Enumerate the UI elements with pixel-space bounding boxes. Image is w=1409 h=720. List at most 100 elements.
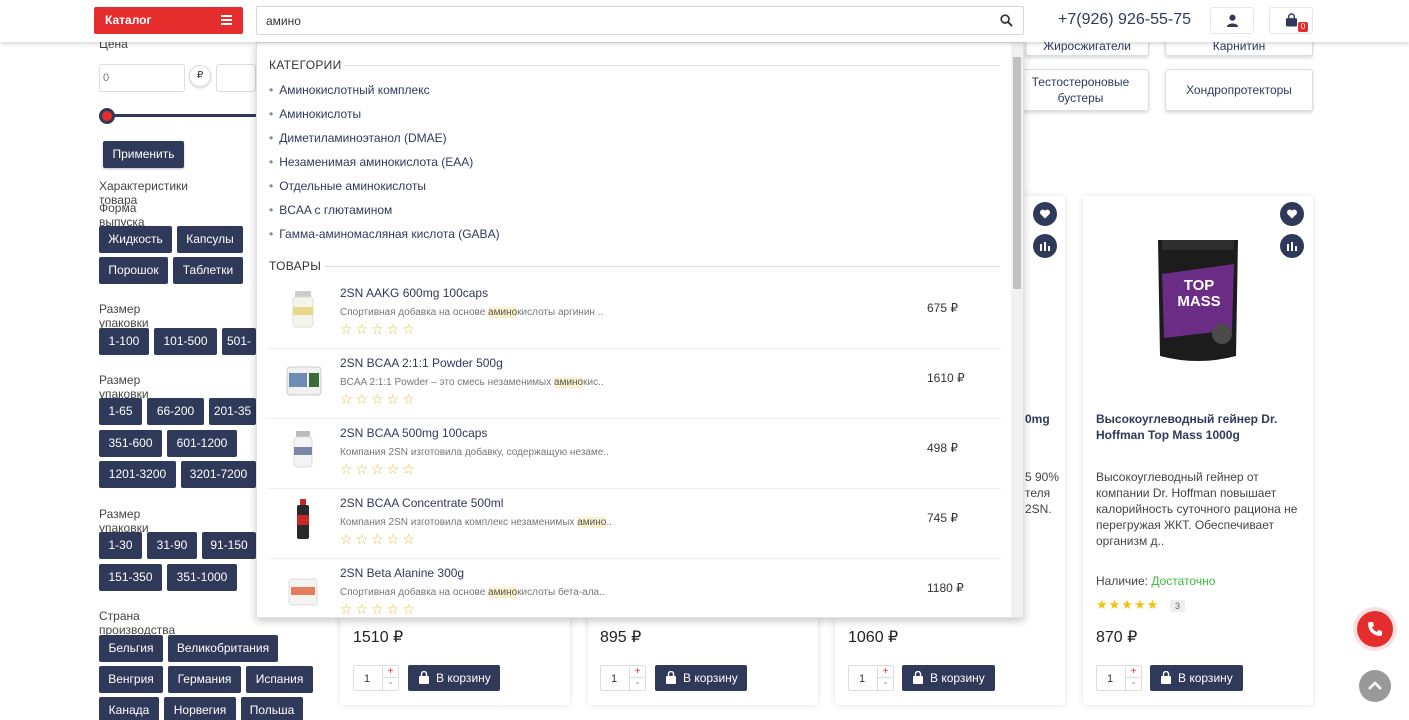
card3-add-to-cart-button[interactable]: В корзину [902, 665, 995, 691]
category-tile-label: Хондропротекторы [1186, 83, 1292, 97]
phone-number[interactable]: +7(926) 926-55-75 [1058, 11, 1191, 29]
filter-chip-g-1201-3200[interactable]: 1201-3200 [99, 461, 176, 488]
filter-chip-g-601-1200[interactable]: 601-1200 [167, 430, 237, 457]
qty-minus-button[interactable]: - [877, 678, 893, 690]
product-price: 675 ₽ [927, 301, 958, 315]
suggestion-category-item[interactable]: • Незаменимая аминокислота (EAA) [269, 155, 473, 169]
categories-section-title: КАТЕГОРИИ [269, 58, 342, 72]
filter-chip-g-66-200[interactable]: 66-200 [147, 398, 204, 425]
shopping-bag-icon [913, 671, 923, 684]
category-tile-testosterone[interactable]: Тестостероновые бустеры [1012, 69, 1149, 111]
suggestion-product-row[interactable]: 2SN Beta Alanine 300g Спортивная добавка… [267, 559, 1001, 617]
catalog-button[interactable]: Каталог [94, 7, 243, 34]
product-rating-stars: ☆☆☆☆☆ [340, 321, 418, 337]
qty-plus-button[interactable]: + [629, 666, 645, 678]
filter-chip-spain[interactable]: Испания [246, 666, 313, 693]
account-button[interactable] [1210, 7, 1254, 34]
price-to-input[interactable] [216, 64, 256, 92]
card3-title-fragment[interactable]: 0mg [1025, 411, 1050, 427]
filter-chip-powder[interactable]: Порошок [99, 257, 168, 284]
card2-add-to-cart-button[interactable]: В корзину [655, 665, 747, 691]
filter-chip-pcs-31-90[interactable]: 31-90 [147, 532, 197, 559]
suggestion-category-item[interactable]: • Гамма-аминомасляная кислота (GABA) [269, 227, 500, 241]
search-input[interactable] [257, 7, 977, 34]
qty-value[interactable]: 1 [1107, 673, 1113, 685]
apply-filter-button[interactable]: Применить [103, 141, 184, 168]
qty-minus-button[interactable]: - [382, 678, 398, 690]
card4-add-to-cart-button[interactable]: В корзину [1150, 665, 1243, 691]
card3-qty-stepper[interactable]: 1 + - [848, 665, 894, 691]
qty-plus-button[interactable]: + [382, 666, 398, 678]
filter-chip-capsules[interactable]: Капсулы [177, 226, 243, 253]
scroll-to-top-button[interactable] [1359, 670, 1391, 702]
filter-chip-hungary[interactable]: Венгрия [99, 666, 163, 693]
filter-chip-g-1-65[interactable]: 1-65 [99, 398, 142, 425]
bar-chart-icon [1287, 242, 1297, 251]
card3-desc-fragment-2: теля [1025, 486, 1051, 500]
product-description: Компания 2SN изготовила комплекс незамен… [340, 517, 612, 528]
filter-chip-g-351-600[interactable]: 351-600 [99, 430, 162, 457]
card4-title[interactable]: Высокоуглеводный гейнер Dr. Hoffman Top … [1096, 411, 1296, 443]
dropdown-scrollbar[interactable] [1011, 43, 1023, 617]
top-mass-product-image[interactable]: TOP MASS [1152, 234, 1244, 366]
menu-icon [221, 15, 232, 25]
qty-plus-button[interactable]: + [877, 666, 893, 678]
product-description: Компания 2SN изготовила добавку, содержа… [340, 447, 609, 458]
category-tile-chondroprotectors[interactable]: Хондропротекторы [1165, 69, 1313, 111]
filter-chip-canada[interactable]: Канада [99, 697, 159, 720]
price-slider-track[interactable] [107, 114, 257, 117]
card3-compare-button[interactable] [1033, 234, 1057, 258]
filter-chip-tablets[interactable]: Таблетки [173, 257, 243, 284]
card4-compare-button[interactable] [1280, 234, 1304, 258]
filter-chip-g-3201-7200[interactable]: 3201-7200 [181, 461, 256, 488]
price-from-input[interactable]: 0 [99, 64, 185, 92]
suggestion-category-item[interactable]: • Диметиламиноэтанол (DMAE) [269, 131, 447, 145]
filter-chip-liquid[interactable]: Жидкость [99, 226, 172, 253]
suggestion-product-row[interactable]: 2SN BCAA Concentrate 500ml Компания 2SN … [267, 489, 1001, 559]
qty-plus-button[interactable]: + [1125, 666, 1141, 678]
filter-chip-pcs-351-1000[interactable]: 351-1000 [167, 564, 237, 591]
user-icon [1226, 14, 1239, 27]
filter-chip-pcs-151-350[interactable]: 151-350 [99, 564, 162, 591]
filter-chip-germany[interactable]: Германия [168, 666, 241, 693]
suggestion-product-row[interactable]: 2SN AAKG 600mg 100caps Спортивная добавк… [267, 279, 1001, 349]
card2-qty-stepper[interactable]: 1 + - [600, 665, 646, 691]
filter-chip-pcs-1-30[interactable]: 1-30 [99, 532, 142, 559]
price-slider-handle[interactable] [99, 108, 115, 124]
qty-value[interactable]: 1 [859, 673, 865, 685]
card4-price: 870 ₽ [1096, 629, 1138, 646]
product-name: 2SN BCAA 2:1:1 Powder 500g [340, 356, 503, 370]
filter-chip-ml-1-100[interactable]: 1-100 [99, 328, 149, 355]
card4-review-count[interactable]: 3 [1170, 600, 1186, 612]
suggestion-product-row[interactable]: 2SN BCAA 2:1:1 Powder 500g BCAA 2:1:1 Po… [267, 349, 1001, 419]
cart-button[interactable]: 0 [1269, 7, 1313, 34]
suggestion-product-row[interactable]: 2SN BCAA 500mg 100caps Компания 2SN изго… [267, 419, 1001, 489]
cart-button-label: В корзину [930, 671, 985, 685]
qty-minus-button[interactable]: - [1125, 678, 1141, 690]
card4-wishlist-button[interactable] [1280, 202, 1304, 226]
card4-qty-stepper[interactable]: 1 + - [1096, 665, 1142, 691]
card1-qty-stepper[interactable]: 1 + - [353, 665, 399, 691]
callback-button[interactable] [1357, 611, 1393, 647]
filter-chip-pcs-91-150[interactable]: 91-150 [202, 532, 256, 559]
scrollbar-thumb[interactable] [1013, 57, 1021, 289]
card1-add-to-cart-button[interactable]: В корзину [408, 665, 500, 691]
suggestion-category-item[interactable]: • BCAA с глютамином [269, 203, 392, 217]
search-icon[interactable] [1000, 14, 1013, 27]
suggestion-category-item[interactable]: • Отдельные аминокислоты [269, 179, 426, 193]
suggestion-category-item[interactable]: • Аминокислотный комплекс [269, 83, 430, 97]
product-price: 1180 ₽ [927, 581, 964, 595]
filter-chip-uk[interactable]: Великобритания [168, 635, 278, 662]
heart-icon [1286, 209, 1298, 219]
qty-value[interactable]: 1 [364, 673, 370, 685]
filter-chip-belgium[interactable]: Бельгия [99, 635, 163, 662]
filter-chip-g-201-35[interactable]: 201-35 [209, 398, 256, 425]
filter-chip-ml-501[interactable]: 501- [222, 328, 256, 355]
filter-chip-norway[interactable]: Норвегия [164, 697, 236, 720]
filter-chip-ml-101-500[interactable]: 101-500 [154, 328, 217, 355]
filter-chip-poland[interactable]: Польша [241, 697, 303, 720]
suggestion-category-item[interactable]: • Аминокислоты [269, 107, 361, 121]
qty-value[interactable]: 1 [611, 673, 617, 685]
qty-minus-button[interactable]: - [629, 678, 645, 690]
card3-wishlist-button[interactable] [1033, 202, 1057, 226]
